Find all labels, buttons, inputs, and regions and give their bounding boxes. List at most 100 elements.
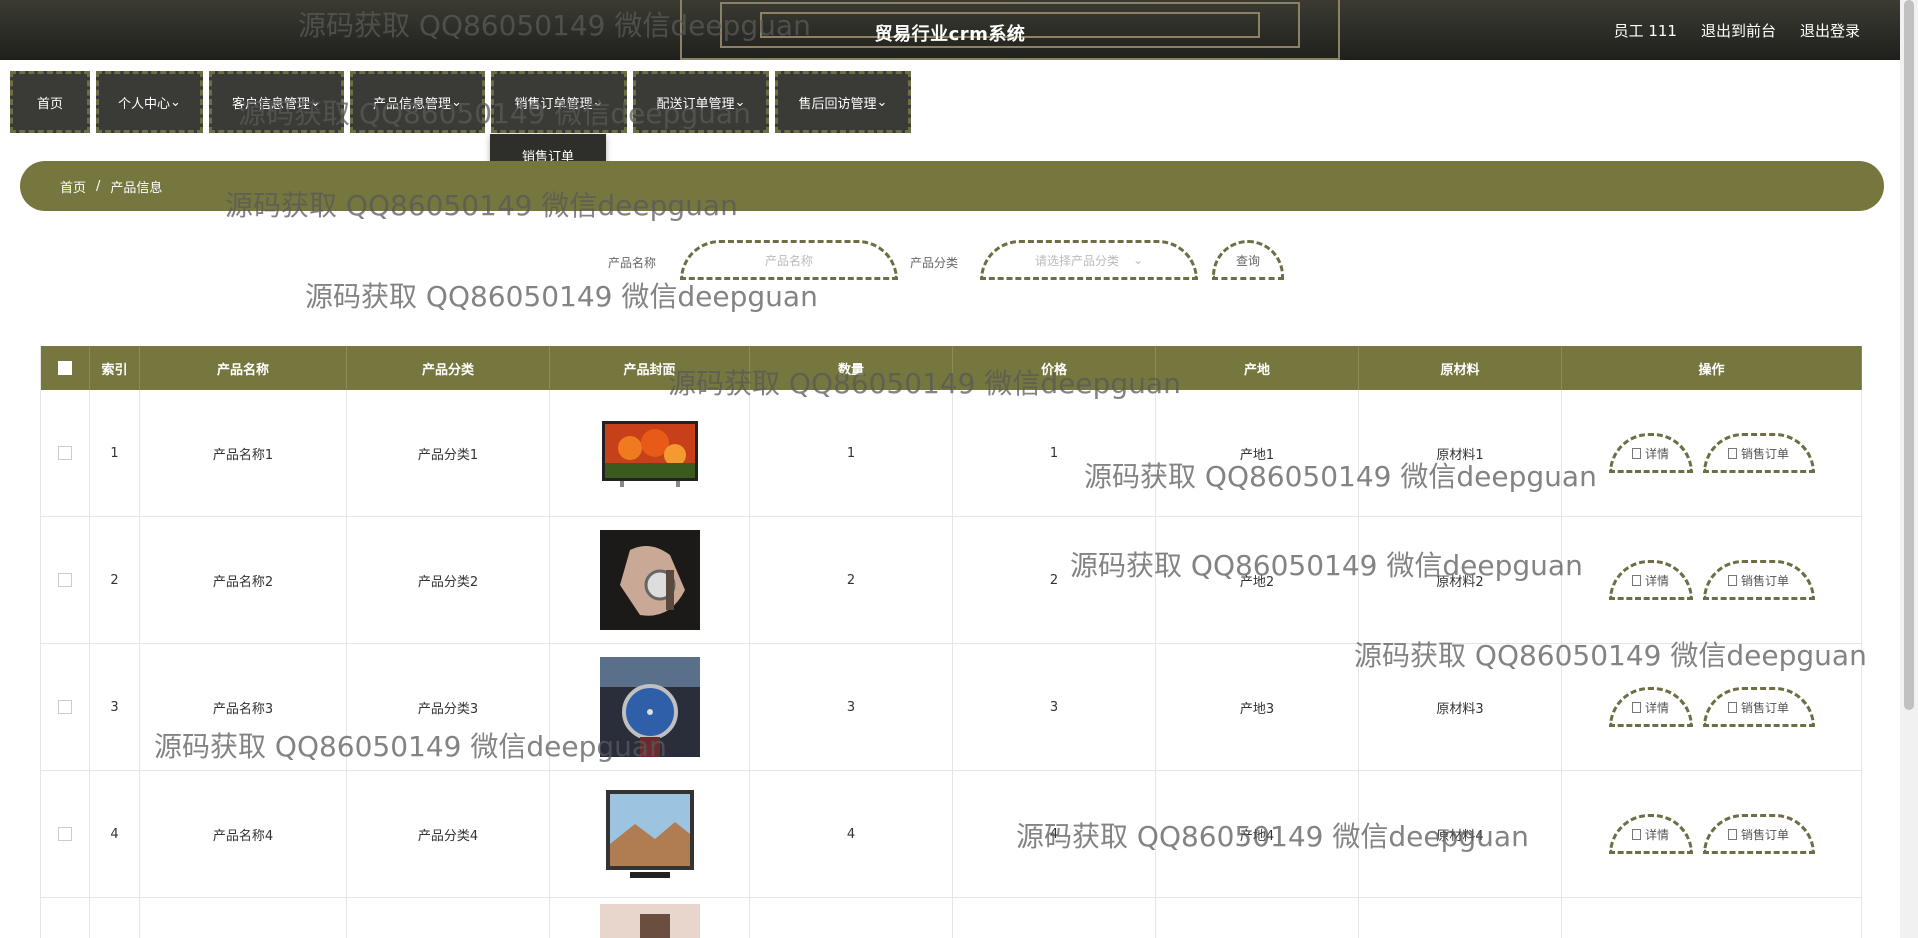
cell-cover xyxy=(550,517,750,643)
header-price: 价格 xyxy=(953,346,1156,390)
chevron-down-icon: ⌄ xyxy=(734,94,746,110)
nav-label: 客户信息管理 xyxy=(232,96,311,112)
button-label: 详情 xyxy=(1644,700,1669,715)
product-cover-watch xyxy=(599,530,700,630)
sales-order-button[interactable]: 销售订单 xyxy=(1702,433,1815,473)
cell-material: 原材料3 xyxy=(1359,644,1562,770)
cell-category: 产品分类2 xyxy=(347,517,550,643)
product-cover-tv xyxy=(601,421,698,487)
product-cover-blue-watch xyxy=(599,657,700,757)
detail-button[interactable]: 详情 xyxy=(1608,433,1693,473)
query-button[interactable]: 查询 xyxy=(1212,240,1284,280)
table-row: 2 产品名称2 产品分类2 2 2 产地2 原材料2 详情 销售订单 xyxy=(40,517,1862,644)
button-label: 销售订单 xyxy=(1740,700,1789,715)
select-placeholder: 请选择产品分类 xyxy=(1034,253,1119,268)
cell-origin: 产地4 xyxy=(1156,771,1359,897)
table-header: 索引 产品名称 产品分类 产品封面 数量 价格 产地 原材料 操作 xyxy=(40,346,1862,390)
button-label: 销售订单 xyxy=(1740,446,1789,461)
current-user[interactable]: 员工 111 xyxy=(1614,20,1677,41)
cell-empty xyxy=(953,898,1156,938)
product-name-input[interactable]: 产品名称 xyxy=(680,240,898,280)
product-name-label: 产品名称 xyxy=(608,256,657,270)
row-select[interactable] xyxy=(40,771,90,897)
detail-button[interactable]: 详情 xyxy=(1608,814,1693,854)
cell-name: 产品名称2 xyxy=(140,517,347,643)
front-page-link[interactable]: 退出到前台 xyxy=(1701,20,1776,41)
chevron-down-icon: ⌄ xyxy=(1132,253,1144,267)
button-label: 销售订单 xyxy=(1740,573,1789,588)
document-icon xyxy=(1727,701,1737,713)
header-origin: 产地 xyxy=(1156,346,1359,390)
cell-material: 原材料4 xyxy=(1359,771,1562,897)
table-row: 1 产品名称1 产品分类1 1 1 产地1 原材料1 详情 销售订单 xyxy=(40,390,1862,517)
cell-origin: 产地3 xyxy=(1156,644,1359,770)
nav-sales-orders[interactable]: 销售订单管理 ⌄ xyxy=(491,71,627,133)
cell-actions: 详情 销售订单 xyxy=(1562,517,1862,643)
nav-after-sales[interactable]: 售后回访管理 ⌄ xyxy=(775,71,911,133)
nav-product-info[interactable]: 产品信息管理 ⌄ xyxy=(350,71,485,133)
cell-cover xyxy=(550,898,750,938)
sales-order-button[interactable]: 销售订单 xyxy=(1702,814,1815,854)
sales-order-button[interactable]: 销售订单 xyxy=(1702,560,1815,600)
nav-label: 售后回访管理 xyxy=(798,96,877,112)
header-quantity: 数量 xyxy=(750,346,953,390)
nav-label: 首页 xyxy=(36,96,63,112)
cell-index: 4 xyxy=(90,771,140,897)
cell-empty xyxy=(1359,898,1562,938)
cell-empty xyxy=(347,898,550,938)
cell-price: 1 xyxy=(953,390,1156,516)
detail-button[interactable]: 详情 xyxy=(1608,687,1693,727)
detail-button[interactable]: 详情 xyxy=(1608,560,1693,600)
button-label: 详情 xyxy=(1644,827,1669,842)
vertical-scrollbar[interactable] xyxy=(1900,0,1918,938)
checkbox[interactable] xyxy=(58,361,72,375)
cell-empty xyxy=(1562,898,1862,938)
cell-name: 产品名称4 xyxy=(140,771,347,897)
checkbox[interactable] xyxy=(58,827,72,841)
cell-category: 产品分类4 xyxy=(347,771,550,897)
row-select[interactable] xyxy=(40,644,90,770)
cell-cover xyxy=(550,390,750,516)
row-select[interactable] xyxy=(40,390,90,516)
nav-home[interactable]: 首页 xyxy=(10,71,90,133)
search-bar: 产品名称 产品名称 产品分类 请选择产品分类 ⌄ 查询 xyxy=(0,240,1900,282)
breadcrumb-home[interactable]: 首页 xyxy=(60,177,86,196)
logout-link[interactable]: 退出登录 xyxy=(1800,20,1860,41)
header-actions: 操作 xyxy=(1562,346,1862,390)
button-label: 销售订单 xyxy=(1740,827,1789,842)
cell-index: 2 xyxy=(90,517,140,643)
breadcrumb-separator: / xyxy=(96,178,101,194)
nav-label: 销售订单管理 xyxy=(514,96,593,112)
cell-category: 产品分类1 xyxy=(347,390,550,516)
breadcrumb: 首页 / 产品信息 xyxy=(20,161,1884,211)
cell-name: 产品名称1 xyxy=(140,390,347,516)
nav-customer-info[interactable]: 客户信息管理 ⌄ xyxy=(209,71,344,133)
table-row-partial xyxy=(40,898,1862,938)
chevron-down-icon: ⌄ xyxy=(451,94,462,110)
cell-index: 3 xyxy=(90,644,140,770)
product-category-select[interactable]: 请选择产品分类 ⌄ xyxy=(980,240,1198,280)
cell-origin: 产地2 xyxy=(1156,517,1359,643)
product-cover-partial xyxy=(599,904,700,938)
checkbox[interactable] xyxy=(58,446,72,460)
cell-empty xyxy=(90,898,140,938)
cell-quantity: 2 xyxy=(750,517,953,643)
document-icon xyxy=(1631,828,1641,840)
input-placeholder: 产品名称 xyxy=(764,253,813,268)
header-product-category: 产品分类 xyxy=(347,346,550,390)
header-material: 原材料 xyxy=(1359,346,1562,390)
cell-price: 4 xyxy=(953,771,1156,897)
nav-delivery-orders[interactable]: 配送订单管理 ⌄ xyxy=(633,71,769,133)
nav-personal-center[interactable]: 个人中心 ⌄ xyxy=(96,71,203,133)
sales-order-button[interactable]: 销售订单 xyxy=(1702,687,1815,727)
checkbox[interactable] xyxy=(58,700,72,714)
checkbox[interactable] xyxy=(58,573,72,587)
row-select[interactable] xyxy=(40,517,90,643)
cell-index: 1 xyxy=(90,390,140,516)
cell-actions: 详情 销售订单 xyxy=(1562,390,1862,516)
scrollbar-thumb[interactable] xyxy=(1904,0,1914,710)
cell-quantity: 4 xyxy=(750,771,953,897)
header-index: 索引 xyxy=(90,346,140,390)
cell-actions: 详情 销售订单 xyxy=(1562,771,1862,897)
header-select-all[interactable] xyxy=(40,346,90,390)
